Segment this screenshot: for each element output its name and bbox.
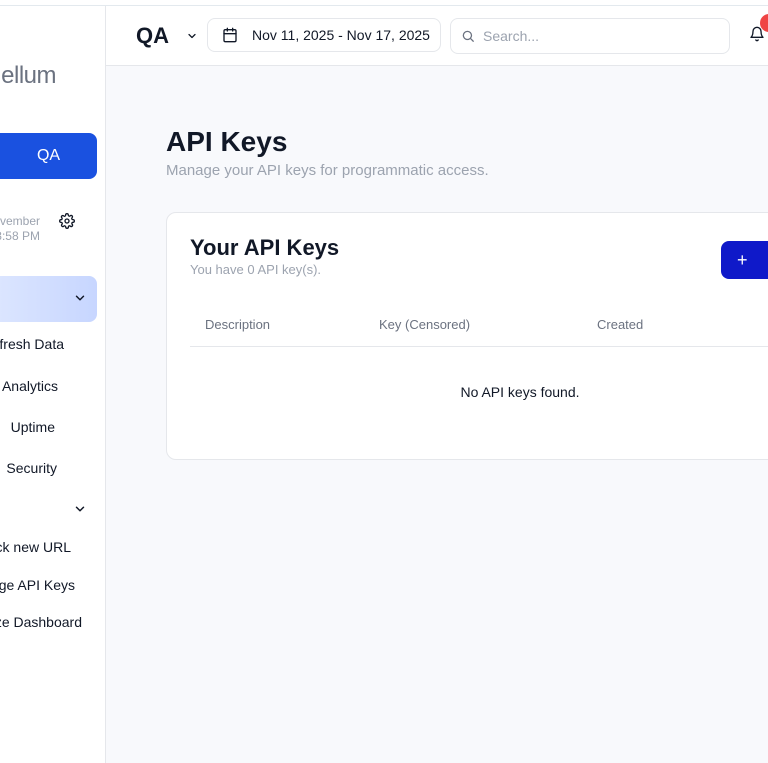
search-box[interactable] <box>450 18 730 54</box>
empty-state-text: No API keys found. <box>460 384 580 400</box>
sidebar-item-analytics[interactable]: Analytics <box>2 378 58 394</box>
card-title: Your API Keys <box>190 235 340 260</box>
column-header-created: Created <box>597 317 644 332</box>
date-range-picker[interactable]: Nov 11, 2025 - Nov 17, 2025 <box>207 18 441 52</box>
sidebar-item-track-new-url[interactable]: ck new URL <box>0 539 71 555</box>
api-keys-card: Your API Keys You have 0 API key(s). + D… <box>166 212 768 460</box>
last-sync-time: 3:58 PM <box>0 229 40 243</box>
chevron-down-icon[interactable] <box>186 30 198 42</box>
search-input[interactable] <box>483 28 713 44</box>
logo: ellum <box>0 62 56 94</box>
project-button[interactable]: QA <box>0 133 97 179</box>
project-selector-label[interactable]: QA <box>136 23 169 49</box>
chevron-down-icon <box>75 295 85 301</box>
sidebar-item-security[interactable]: Security <box>6 460 57 476</box>
search-icon <box>462 30 474 42</box>
column-header-key: Key (Censored) <box>379 317 471 332</box>
logo-text: ellum <box>1 62 56 89</box>
last-sync-date: vember <box>0 214 40 228</box>
calendar-icon <box>223 27 237 43</box>
sidebar-item-customize-dashboard[interactable]: ze Dashboard <box>0 614 82 630</box>
top-bar: QA Nov 11, 2025 - Nov 17, 2025 <box>106 6 768 66</box>
date-range-text: Nov 11, 2025 - Nov 17, 2025 <box>252 27 430 43</box>
last-sync-text: vember 3:58 PM <box>0 214 40 244</box>
table-header-divider <box>190 346 768 347</box>
sidebar-item-refresh-data[interactable]: fresh Data <box>0 336 64 352</box>
create-api-key-button[interactable]: + <box>721 241 768 279</box>
gear-icon[interactable] <box>59 213 75 229</box>
sidebar-group-dashboard[interactable] <box>0 276 97 322</box>
sidebar: ellum QA vember 3:58 PM fresh Data Analy… <box>0 6 106 763</box>
sidebar-item-uptime[interactable]: Uptime <box>11 419 55 435</box>
column-header-description: Description <box>205 317 271 332</box>
card-subtitle: You have 0 API key(s). <box>190 262 322 277</box>
page-title: API Keys <box>166 126 288 157</box>
page-subtitle: Manage your API keys for programmatic ac… <box>166 162 489 179</box>
sidebar-item-manage-api-keys[interactable]: ge API Keys <box>0 577 75 593</box>
plus-icon: + <box>737 249 748 270</box>
chevron-down-icon[interactable] <box>73 502 87 516</box>
